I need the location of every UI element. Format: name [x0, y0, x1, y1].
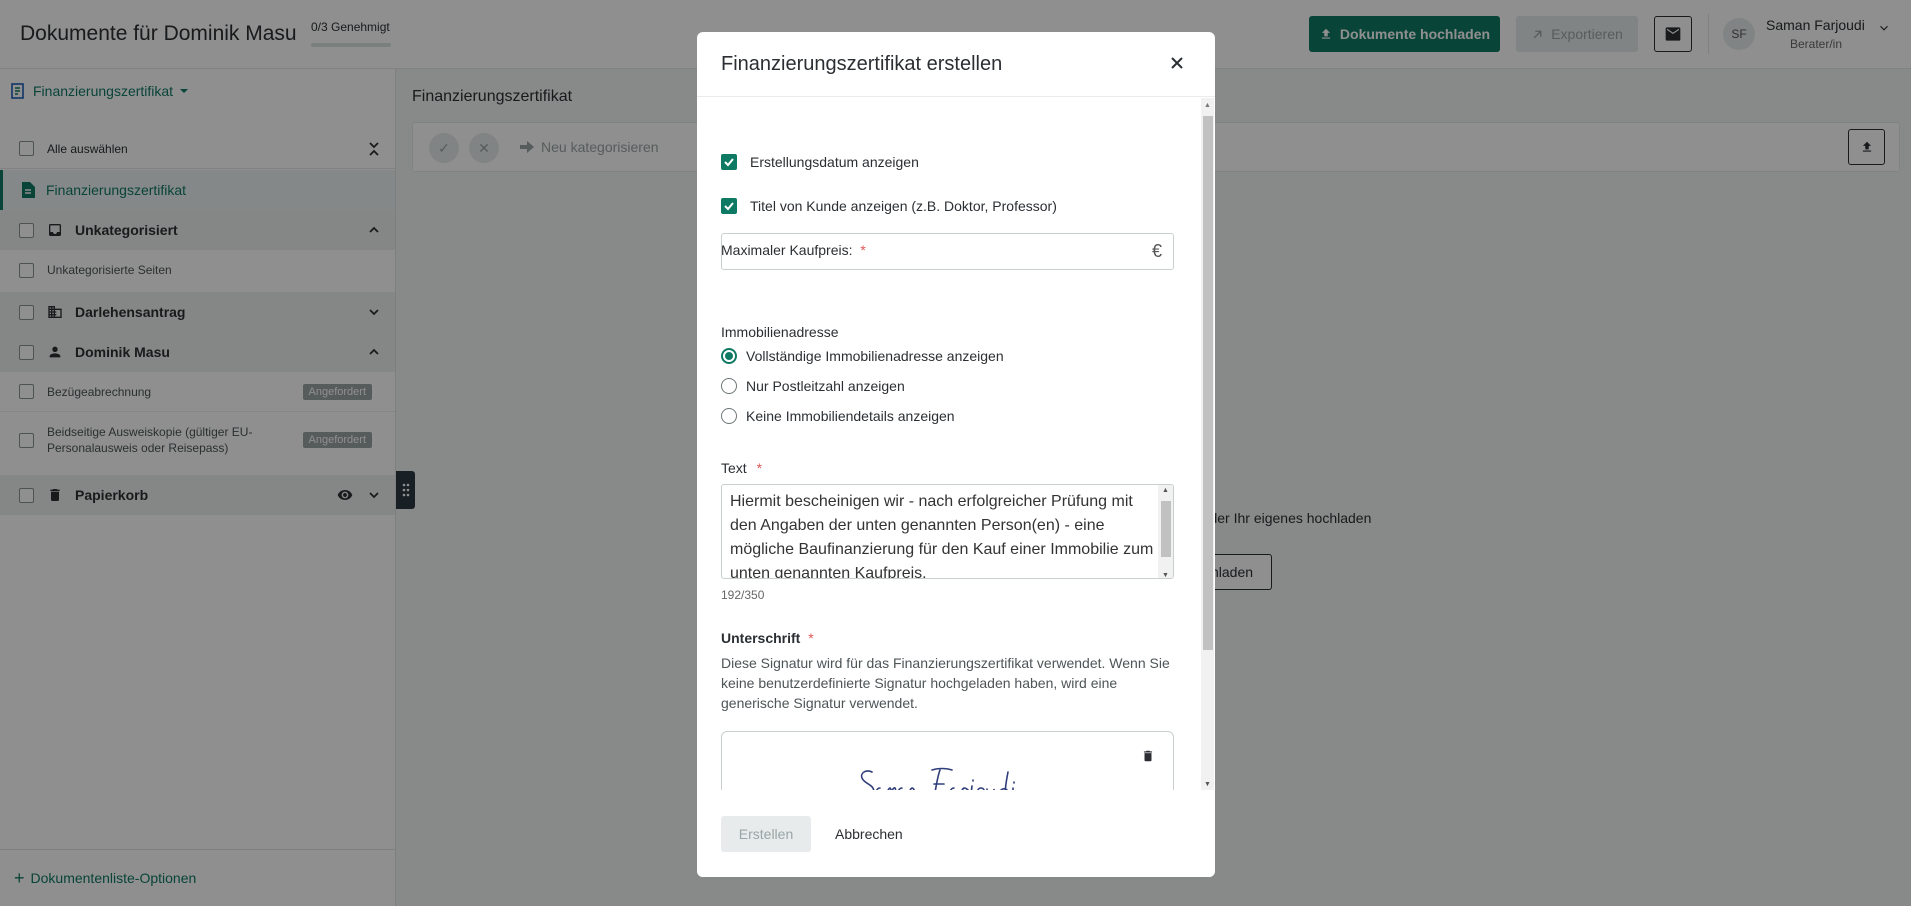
- signature-box: [721, 731, 1174, 790]
- address-option-none[interactable]: Keine Immobiliendetails anzeigen: [721, 408, 955, 424]
- dialog-footer: Erstellen Abbrechen: [697, 790, 1215, 877]
- dialog-title: Finanzierungszertifikat erstellen: [721, 53, 1003, 75]
- dialog-header: Finanzierungszertifikat erstellen: [697, 32, 1215, 97]
- show-title-checkbox[interactable]: [721, 198, 737, 214]
- address-option-label: Keine Immobiliendetails anzeigen: [746, 408, 955, 424]
- required-marker: *: [808, 630, 814, 646]
- max-price-input[interactable]: €: [721, 233, 1174, 270]
- scroll-down-icon[interactable]: ▼: [1162, 572, 1169, 578]
- currency-symbol: €: [1151, 241, 1162, 261]
- radio-full-address[interactable]: [721, 348, 737, 364]
- scroll-up-icon[interactable]: ▲: [1162, 487, 1169, 494]
- dialog-scrollbar[interactable]: ▲ ▼: [1201, 98, 1214, 790]
- textarea-scrollbar[interactable]: ▲ ▼: [1158, 485, 1173, 578]
- address-option-zip[interactable]: Nur Postleitzahl anzeigen: [721, 378, 905, 394]
- create-button[interactable]: Erstellen: [721, 816, 811, 852]
- signature-label: Unterschrift: [721, 630, 801, 646]
- certificate-text-area[interactable]: Hiermit bescheinigen wir - nach erfolgre…: [721, 484, 1174, 579]
- cancel-button[interactable]: Abbrechen: [827, 816, 911, 852]
- dialog-body: Erstellungsdatum anzeigen Titel von Kund…: [697, 98, 1201, 790]
- signature-image: [860, 767, 1015, 790]
- address-option-label: Vollständige Immobilienadresse anzeigen: [746, 348, 1004, 364]
- show-date-option[interactable]: Erstellungsdatum anzeigen: [721, 154, 919, 170]
- checkmark-icon: [724, 158, 734, 167]
- show-date-label: Erstellungsdatum anzeigen: [750, 154, 919, 170]
- show-title-label: Titel von Kunde anzeigen (z.B. Doktor, P…: [750, 198, 1057, 214]
- address-label: Immobilienadresse: [721, 324, 839, 340]
- address-option-full[interactable]: Vollständige Immobilienadresse anzeigen: [721, 348, 1004, 364]
- char-count: 192/350: [721, 588, 765, 602]
- certificate-text-value: Hiermit bescheinigen wir - nach erfolgre…: [730, 493, 1154, 579]
- text-label: Text: [721, 460, 747, 476]
- show-title-option[interactable]: Titel von Kunde anzeigen (z.B. Doktor, P…: [721, 198, 1057, 214]
- address-option-label: Nur Postleitzahl anzeigen: [746, 378, 905, 394]
- scroll-down-icon[interactable]: ▼: [1204, 781, 1211, 788]
- close-icon[interactable]: [1169, 55, 1185, 71]
- textarea-scroll-thumb[interactable]: [1161, 501, 1171, 557]
- signature-description: Diese Signatur wird für das Finanzierung…: [721, 655, 1170, 711]
- dialog-scroll-thumb[interactable]: [1203, 116, 1213, 650]
- delete-signature-icon[interactable]: [1141, 748, 1155, 764]
- radio-no-details[interactable]: [721, 408, 737, 424]
- text-label-row: Text *: [721, 460, 762, 476]
- scroll-up-icon[interactable]: ▲: [1204, 102, 1211, 109]
- show-date-checkbox[interactable]: [721, 154, 737, 170]
- signature-label-row: Unterschrift *: [721, 630, 814, 646]
- radio-zip-only[interactable]: [721, 378, 737, 394]
- checkmark-icon: [724, 202, 734, 211]
- required-marker: *: [756, 460, 763, 476]
- create-certificate-dialog: Finanzierungszertifikat erstellen Erstel…: [697, 32, 1215, 877]
